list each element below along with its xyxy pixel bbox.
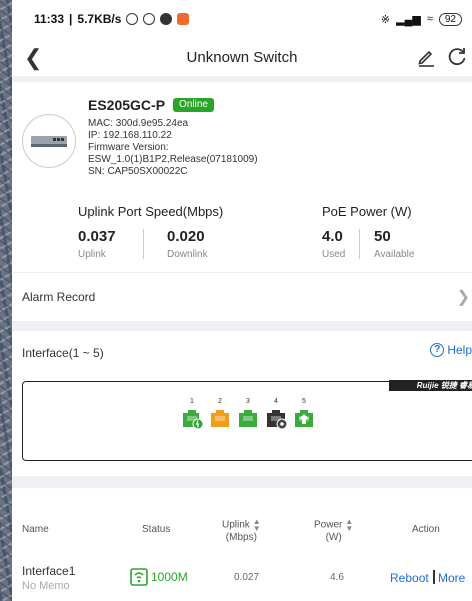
app-screen: 11:33 | 5.7KB/s ※ ▂▄▆ ≈ 92 ❮ Unknown Swi… [12, 0, 472, 601]
col-header-name: Name [22, 524, 49, 535]
switch-front-panel: Ruijie 锐捷 睿易 1 2 3 4 5 [22, 380, 472, 461]
app-notification-icon [160, 13, 173, 25]
status-badge: Online [173, 98, 214, 112]
device-model: ES205GC-P [88, 97, 166, 113]
device-mac: MAC: 300d.9e95.24ea [88, 118, 189, 129]
app-badge-icon [177, 13, 190, 25]
downlink-label: Downlink [167, 249, 208, 260]
reboot-link[interactable]: Reboot [390, 571, 429, 585]
poe-available-value: 50 [374, 228, 391, 245]
network-speed: 5.7KB/s [77, 12, 122, 26]
device-ip: IP: 192.168.110.22 [88, 130, 172, 141]
more-link[interactable]: More [438, 571, 465, 585]
interface-memo: No Memo [22, 580, 70, 592]
interface-header: Interface(1 ~ 5) [22, 346, 104, 360]
switch-device-icon [22, 114, 76, 168]
brand-logo: Ruijie 锐捷 睿易 [389, 380, 472, 391]
page-title: Unknown Switch [186, 48, 298, 66]
interface-status: 1000M [130, 568, 188, 586]
ethernet-port-icon [211, 410, 229, 427]
sort-icon: ▲ ▼ [345, 517, 354, 533]
firmware-version: ESW_1.0(1)B1P2,Release(07181009) [88, 154, 258, 165]
downlink-value: 0.020 [167, 228, 205, 245]
ethernet-port-icon [295, 410, 313, 427]
title-bar: ❮ Unknown Switch [12, 38, 472, 76]
interface-panel: Interface(1 ~ 5) ? Help Ruijie 锐捷 睿易 1 2 3… [12, 331, 472, 476]
col-header-power[interactable]: Power ▲ ▼ (W) [314, 518, 353, 544]
ethernet-port-icon [183, 410, 204, 430]
edit-icon[interactable] [416, 47, 436, 72]
port-list: 1 2 3 4 5 [181, 398, 315, 435]
battery-icon: 92 [438, 12, 462, 26]
poe-available-label: Available [374, 249, 415, 260]
chevron-right-icon: ❯ [456, 289, 470, 306]
port-number: 2 [218, 398, 222, 405]
uplink-cell: 0.027 [234, 572, 260, 583]
port-number: 1 [190, 398, 194, 405]
ethernet-port-icon [239, 410, 257, 427]
status-bar-right: ※ ▂▄▆ ≈ 92 [380, 12, 462, 26]
port-2[interactable]: 2 [209, 398, 231, 435]
device-sn: SN: CAP50SX00022C [88, 166, 188, 177]
help-label: Help [447, 343, 472, 357]
device-info: ES205GC-P Online MAC: 300d.9e95.24ea IP:… [88, 98, 258, 178]
wifi-icon: ≈ [426, 13, 433, 25]
alarm-clock-icon [143, 13, 156, 25]
firmware-label: Firmware Version: [88, 142, 169, 153]
help-icon: ? [430, 343, 445, 357]
port-3[interactable]: 3 [237, 398, 259, 435]
notification-off-icon [126, 13, 139, 25]
help-link[interactable]: ? Help [430, 343, 472, 357]
port-number: 5 [302, 398, 306, 405]
port-1[interactable]: 1 [181, 398, 204, 435]
port-number: 3 [246, 398, 250, 405]
poe-used-value: 4.0 [322, 228, 343, 245]
bluetooth-icon: ※ [380, 13, 391, 26]
refresh-icon[interactable] [446, 46, 468, 73]
col-header-status: Status [142, 524, 171, 535]
uplink-value: 0.037 [78, 228, 116, 245]
action-divider [433, 570, 435, 584]
col-header-action: Action [412, 524, 440, 535]
interface-table: Name Status Uplink ▲ ▼ (Mbps) Power ▲ ▼ (W) … [12, 488, 472, 601]
device-card: ES205GC-P Online MAC: 300d.9e95.24ea IP:… [12, 82, 472, 272]
sort-icon: ▲ ▼ [252, 517, 261, 533]
ethernet-port-icon [267, 410, 288, 430]
signal-icon: ▂▄▆ [396, 13, 421, 26]
poe-power-label: PoE Power (W) [322, 204, 412, 219]
uplink-label: Uplink [78, 249, 106, 260]
power-cell: 4.6 [330, 572, 344, 583]
alarm-record-row[interactable]: Alarm Record ❯ [12, 273, 472, 321]
ethernet-port-icon [130, 568, 148, 586]
clock: 11:33 [34, 12, 65, 26]
port-number: 4 [274, 398, 278, 405]
back-button[interactable]: ❮ [24, 45, 42, 71]
interface-name: Interface1 [22, 564, 76, 578]
port-5[interactable]: 5 [293, 398, 315, 435]
port-4[interactable]: 4 [265, 398, 288, 435]
alarm-record-label: Alarm Record [22, 290, 96, 304]
stat-divider [143, 229, 144, 259]
col-header-uplink[interactable]: Uplink ▲ ▼ (Mbps) [222, 518, 261, 544]
stat-divider [359, 229, 360, 259]
uplink-speed-label: Uplink Port Speed(Mbps) [78, 204, 224, 219]
poe-used-label: Used [322, 249, 346, 260]
status-bar: 11:33 | 5.7KB/s ※ ▂▄▆ ≈ 92 [12, 0, 472, 38]
status-bar-left: 11:33 | 5.7KB/s [34, 12, 190, 26]
